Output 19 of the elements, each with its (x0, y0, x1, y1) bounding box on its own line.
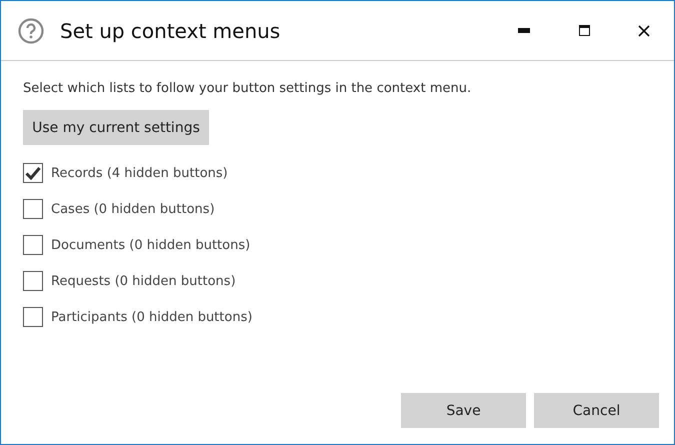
list-label: Cases (0 hidden buttons) (51, 202, 215, 216)
instruction-text: Select which lists to follow your button settings in the context menu. (23, 81, 472, 96)
list-label: Participants (0 hidden buttons) (51, 310, 252, 324)
cancel-button[interactable]: Cancel (534, 393, 659, 428)
list-label: Records (4 hidden buttons) (51, 166, 228, 180)
help-icon (18, 18, 44, 44)
close-icon (638, 24, 650, 36)
checkbox[interactable] (23, 199, 43, 219)
window-title: Set up context menus (60, 18, 282, 42)
minimize-icon (518, 28, 530, 34)
checkbox[interactable] (23, 235, 43, 255)
use-current-settings-button[interactable]: Use my current settings (23, 110, 209, 145)
save-button[interactable]: Save (401, 393, 526, 428)
checkbox[interactable] (23, 271, 43, 291)
maximize-icon (578, 25, 590, 36)
checkbox[interactable] (23, 307, 43, 327)
checkbox[interactable] (23, 163, 43, 183)
list-label: Requests (0 hidden buttons) (51, 274, 236, 288)
list-label: Documents (0 hidden buttons) (51, 238, 250, 252)
